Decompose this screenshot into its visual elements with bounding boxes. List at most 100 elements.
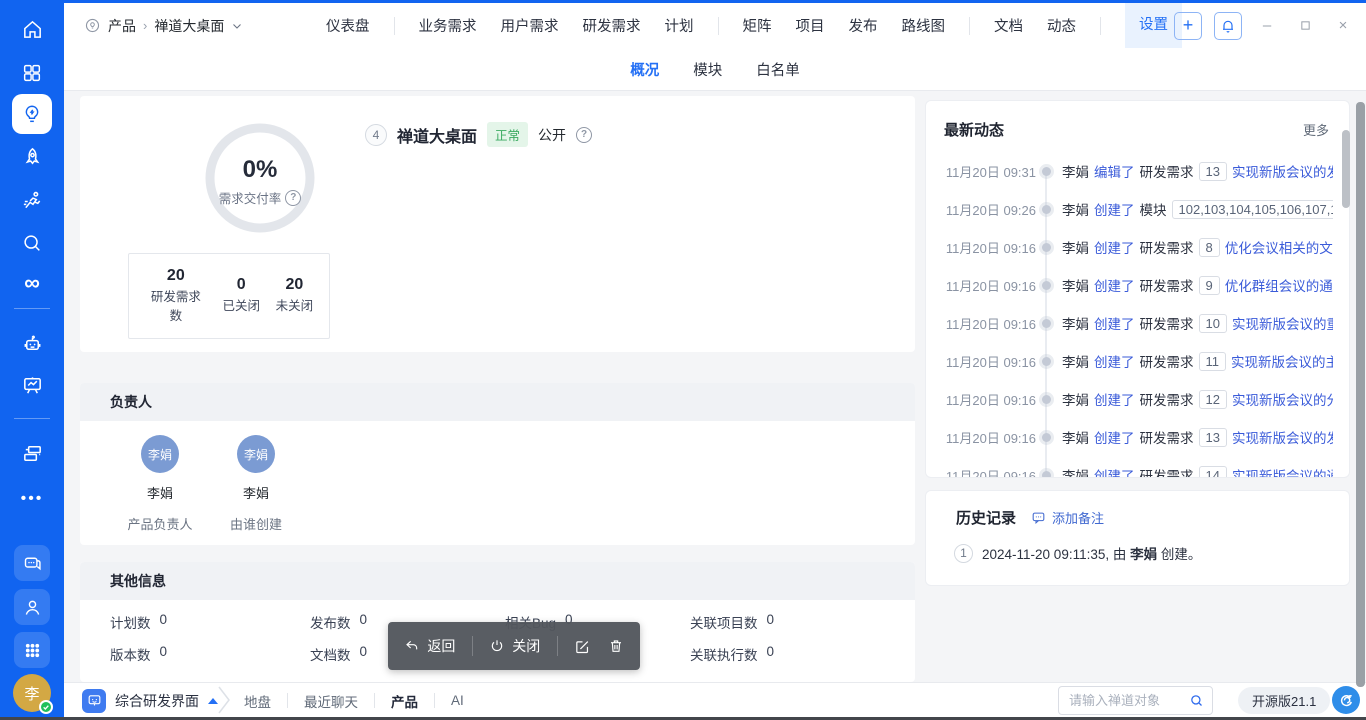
- stack-icon[interactable]: [12, 436, 52, 470]
- close-product-button[interactable]: 关闭: [489, 636, 540, 656]
- activity-object: 研发需求: [1140, 427, 1194, 447]
- bell-icon: [1220, 18, 1236, 34]
- chat-icon[interactable]: [14, 545, 50, 581]
- activity-user[interactable]: 李娟: [1062, 465, 1089, 478]
- activity-text: 李娟创建了研发需求8优化会议相关的文档: [1062, 237, 1333, 257]
- activity-user[interactable]: 李娟: [1062, 389, 1089, 409]
- bottom-item-ai[interactable]: AI: [451, 693, 464, 708]
- avatar[interactable]: 李娟: [141, 435, 179, 473]
- search-icon[interactable]: [12, 226, 52, 260]
- activity-title-link[interactable]: 实现新版会议的重构: [1232, 313, 1333, 333]
- activity-title-link[interactable]: 实现新版会议的发起: [1232, 427, 1333, 447]
- nav-biz-story[interactable]: 业务需求: [419, 15, 477, 36]
- breadcrumb-current[interactable]: 禅道大桌面: [154, 16, 224, 36]
- robot-icon[interactable]: [12, 326, 52, 360]
- workspace-switcher[interactable]: 综合研发界面: [82, 683, 218, 718]
- history-user: 李娟: [1130, 547, 1157, 562]
- activity-object: 模块: [1140, 199, 1167, 219]
- page-scrollbar[interactable]: [1356, 102, 1365, 687]
- zentao-logo-icon[interactable]: [1332, 686, 1360, 714]
- activity-card: 最新动态 更多 11月20日 09:31 李娟编辑了研发需求13实现新版会议的发…: [925, 100, 1350, 478]
- activity-id-badge: 14: [1199, 466, 1227, 479]
- breadcrumb-separator: ›: [143, 18, 147, 33]
- activity-title-link[interactable]: 优化会议相关的文档: [1225, 237, 1333, 257]
- activity-id-badge: 102,103,104,105,106,107,108: [1172, 200, 1334, 219]
- edit-icon: [574, 638, 591, 655]
- rocket-icon[interactable]: [12, 140, 52, 174]
- close-icon[interactable]: ×: [1330, 13, 1356, 39]
- help-icon[interactable]: ?: [285, 190, 301, 206]
- activity-user[interactable]: 李娟: [1062, 351, 1089, 371]
- grid-dots-icon[interactable]: [14, 632, 50, 668]
- notification-button[interactable]: [1214, 12, 1242, 40]
- user-icon[interactable]: [14, 589, 50, 625]
- board-icon[interactable]: [12, 368, 52, 402]
- chevron-down-icon[interactable]: [231, 20, 243, 32]
- search-icon[interactable]: [1189, 693, 1204, 713]
- info-linked-executions: 关联执行数0: [690, 644, 774, 664]
- activity-scrollbar[interactable]: [1342, 130, 1350, 208]
- activity-user[interactable]: 李娟: [1062, 427, 1089, 447]
- delete-button[interactable]: [608, 638, 624, 654]
- back-button[interactable]: 返回: [404, 636, 455, 656]
- bottom-item-product[interactable]: 产品: [391, 691, 418, 711]
- more-dots-icon[interactable]: •••: [12, 482, 52, 516]
- nav-project[interactable]: 项目: [796, 15, 825, 36]
- plus-button[interactable]: +: [1174, 12, 1202, 40]
- edit-button[interactable]: [574, 638, 591, 655]
- bottom-item-recent-chat[interactable]: 最近聊天: [304, 691, 358, 711]
- activity-title-link[interactable]: 实现新版会议的通知: [1232, 465, 1333, 478]
- apps-icon[interactable]: [12, 56, 52, 90]
- activity-title-link[interactable]: 优化群组会议的通知: [1225, 275, 1333, 295]
- separator-chevron: [214, 685, 234, 720]
- minimize-icon[interactable]: –: [1254, 13, 1280, 39]
- activity-user[interactable]: 李娟: [1062, 313, 1089, 333]
- maximize-icon[interactable]: [1292, 13, 1318, 39]
- lightbulb-icon[interactable]: [12, 94, 52, 134]
- bottom-item-turf[interactable]: 地盘: [244, 691, 271, 711]
- add-note-link[interactable]: 添加备注: [1031, 508, 1104, 527]
- activity-user[interactable]: 李娟: [1062, 275, 1089, 295]
- tab-overview[interactable]: 概况: [630, 59, 659, 80]
- tab-whitelist[interactable]: 白名单: [756, 59, 800, 80]
- activity-title-link[interactable]: 实现新版会议的主持: [1231, 351, 1333, 371]
- overview-card: 0% 需求交付率 ? 4 禅道大桌面 正常 公开 ? 20 研发需求数 0 已关…: [80, 96, 915, 352]
- activity-title-link[interactable]: 实现新版会议的分享: [1232, 389, 1333, 409]
- nav-release[interactable]: 发布: [849, 15, 878, 36]
- tab-module[interactable]: 模块: [693, 59, 722, 80]
- history-index-badge: 1: [954, 544, 973, 563]
- activity-action: 创建了: [1094, 351, 1135, 371]
- activity-object: 研发需求: [1140, 389, 1194, 409]
- search-input[interactable]: [1059, 687, 1177, 714]
- breadcrumb-section[interactable]: 产品: [108, 16, 136, 36]
- nav-dev-story[interactable]: 研发需求: [583, 15, 641, 36]
- nav-doc[interactable]: 文档: [994, 15, 1023, 36]
- nav-user-story[interactable]: 用户需求: [501, 15, 559, 36]
- owners-card: 负责人 李娟 李娟 产品负责人 李娟 李娟 由谁创建: [80, 383, 915, 545]
- nav-dynamic[interactable]: 动态: [1047, 15, 1076, 36]
- stat-closed: 0 已关闭: [222, 276, 260, 316]
- toolbar-divider: [472, 636, 473, 656]
- activity-title-link[interactable]: 实现新版会议的发起: [1232, 161, 1333, 181]
- info-docs: 文档数0: [310, 644, 367, 664]
- more-link[interactable]: 更多: [1303, 120, 1329, 139]
- version-badge[interactable]: 开源版21.1: [1238, 687, 1330, 714]
- nav-matrix[interactable]: 矩阵: [743, 15, 772, 36]
- bottombar: 综合研发界面 地盘 最近聊天 产品 AI 开源版21.1: [64, 682, 1366, 717]
- help-icon[interactable]: ?: [576, 127, 592, 143]
- runner-icon[interactable]: [12, 183, 52, 217]
- timeline-dot: [1042, 205, 1051, 214]
- activity-user[interactable]: 李娟: [1062, 199, 1089, 219]
- avatar[interactable]: 李: [13, 674, 51, 712]
- activity-time: 11月20日 09:16: [944, 466, 1036, 479]
- nav-dashboard[interactable]: 仪表盘: [326, 15, 370, 36]
- nav-divider: [969, 17, 970, 35]
- infinity-icon[interactable]: ∞: [12, 266, 52, 300]
- topbar: 产品 › 禅道大桌面 仪表盘 业务需求 用户需求 研发需求 计划 矩阵 项目 发…: [64, 3, 1366, 48]
- nav-roadmap[interactable]: 路线图: [902, 15, 946, 36]
- nav-plan[interactable]: 计划: [665, 15, 694, 36]
- avatar[interactable]: 李娟: [237, 435, 275, 473]
- activity-user[interactable]: 李娟: [1062, 161, 1089, 181]
- activity-user[interactable]: 李娟: [1062, 237, 1089, 257]
- home-icon[interactable]: [12, 12, 52, 46]
